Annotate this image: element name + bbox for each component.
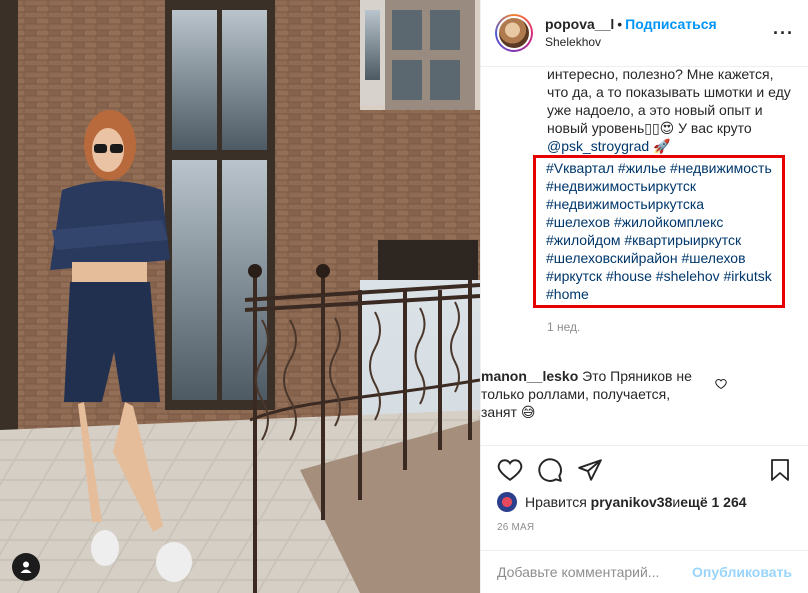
hashtag-link[interactable]: #шелехов bbox=[546, 214, 610, 230]
hashtag-link[interactable]: #house bbox=[606, 268, 652, 284]
hashtag-link[interactable]: #недвижимость bbox=[670, 160, 772, 176]
more-icon[interactable]: ··· bbox=[773, 23, 794, 44]
hashtag-link[interactable]: #недвижимостьиркутска bbox=[546, 196, 704, 212]
post-date[interactable]: 26 мая bbox=[497, 522, 792, 533]
author-info: popova__l • Подписаться Shelekhov bbox=[545, 15, 717, 51]
hashtag-link[interactable]: #жилойдом bbox=[546, 232, 620, 248]
share-icon[interactable] bbox=[577, 450, 617, 490]
hashtag-link[interactable]: #недвижимостьиркутск bbox=[546, 178, 696, 194]
hashtag-link[interactable]: #irkutsk bbox=[724, 268, 772, 284]
hashtag-link[interactable]: #жилойкомплекс bbox=[614, 214, 723, 230]
hashtag-link[interactable]: #shelehov bbox=[656, 268, 720, 284]
author-username[interactable]: popova__l bbox=[545, 16, 614, 32]
like-icon[interactable] bbox=[497, 450, 537, 490]
publish-button[interactable]: Опубликовать bbox=[692, 564, 792, 580]
comment-emoji: 😅 bbox=[520, 404, 536, 420]
post-sidebar: popova__l • Подписаться Shelekhov ··· инте… bbox=[480, 0, 808, 593]
hashtag-link[interactable]: #иркутск bbox=[546, 268, 602, 284]
bookmark-icon[interactable] bbox=[752, 450, 792, 490]
post-photo[interactable] bbox=[0, 0, 480, 593]
post-header: popova__l • Подписаться Shelekhov ··· bbox=[481, 0, 808, 67]
add-comment-form: Опубликовать bbox=[481, 550, 808, 593]
likes-count[interactable]: ещё 1 264 bbox=[680, 494, 746, 510]
hashtag-link[interactable]: #квартирыиркутск bbox=[624, 232, 741, 248]
caption-emojis: ▯▯😍 bbox=[644, 120, 675, 136]
separator-dot: • bbox=[617, 16, 623, 32]
comment-item: manon__lesko Это Пряников не только ролл… bbox=[481, 367, 731, 421]
post-actions: Нравится pryanikov38 и ещё 1 264 26 мая bbox=[481, 445, 808, 550]
caption-text-2: У вас круто bbox=[674, 120, 752, 136]
mention-link[interactable]: @psk_stroygrad bbox=[547, 138, 649, 154]
hashtag-link[interactable]: #шелехов bbox=[681, 250, 745, 266]
tagged-user-icon[interactable] bbox=[12, 553, 40, 581]
hashtags-highlight-box: #Vквартал #жилье #недвижимость #недвижим… bbox=[533, 155, 785, 308]
comment-input[interactable] bbox=[497, 564, 693, 580]
likes-prefix: Нравится bbox=[525, 494, 587, 510]
author-avatar[interactable] bbox=[495, 14, 533, 52]
comment-icon[interactable] bbox=[537, 450, 577, 490]
liker-username[interactable]: pryanikov38 bbox=[591, 494, 673, 510]
likes-middle: и bbox=[672, 494, 681, 510]
hashtag-link[interactable]: #home bbox=[546, 286, 589, 302]
comment-like-icon[interactable] bbox=[715, 377, 727, 393]
likes-summary: Нравится pryanikov38 и ещё 1 264 bbox=[497, 492, 792, 512]
comments-scroll-area[interactable]: интересно, полезно? Мне кажется, что да,… bbox=[481, 67, 808, 445]
caption-time[interactable]: 1 нед. bbox=[547, 320, 792, 334]
comment-username[interactable]: manon__lesko bbox=[481, 368, 578, 384]
hashtag-link[interactable]: #Vквартал bbox=[546, 160, 614, 176]
post-image bbox=[0, 0, 480, 593]
liker-avatar[interactable] bbox=[497, 492, 517, 512]
follow-button[interactable]: Подписаться bbox=[625, 16, 717, 32]
hashtag-link[interactable]: #шелеховскийрайон bbox=[546, 250, 678, 266]
hashtag-link[interactable]: #жилье bbox=[618, 160, 666, 176]
post-location[interactable]: Shelekhov bbox=[545, 33, 717, 51]
rocket-emoji: 🚀 bbox=[653, 138, 671, 154]
post-caption: интересно, полезно? Мне кажется, что да,… bbox=[533, 67, 792, 308]
